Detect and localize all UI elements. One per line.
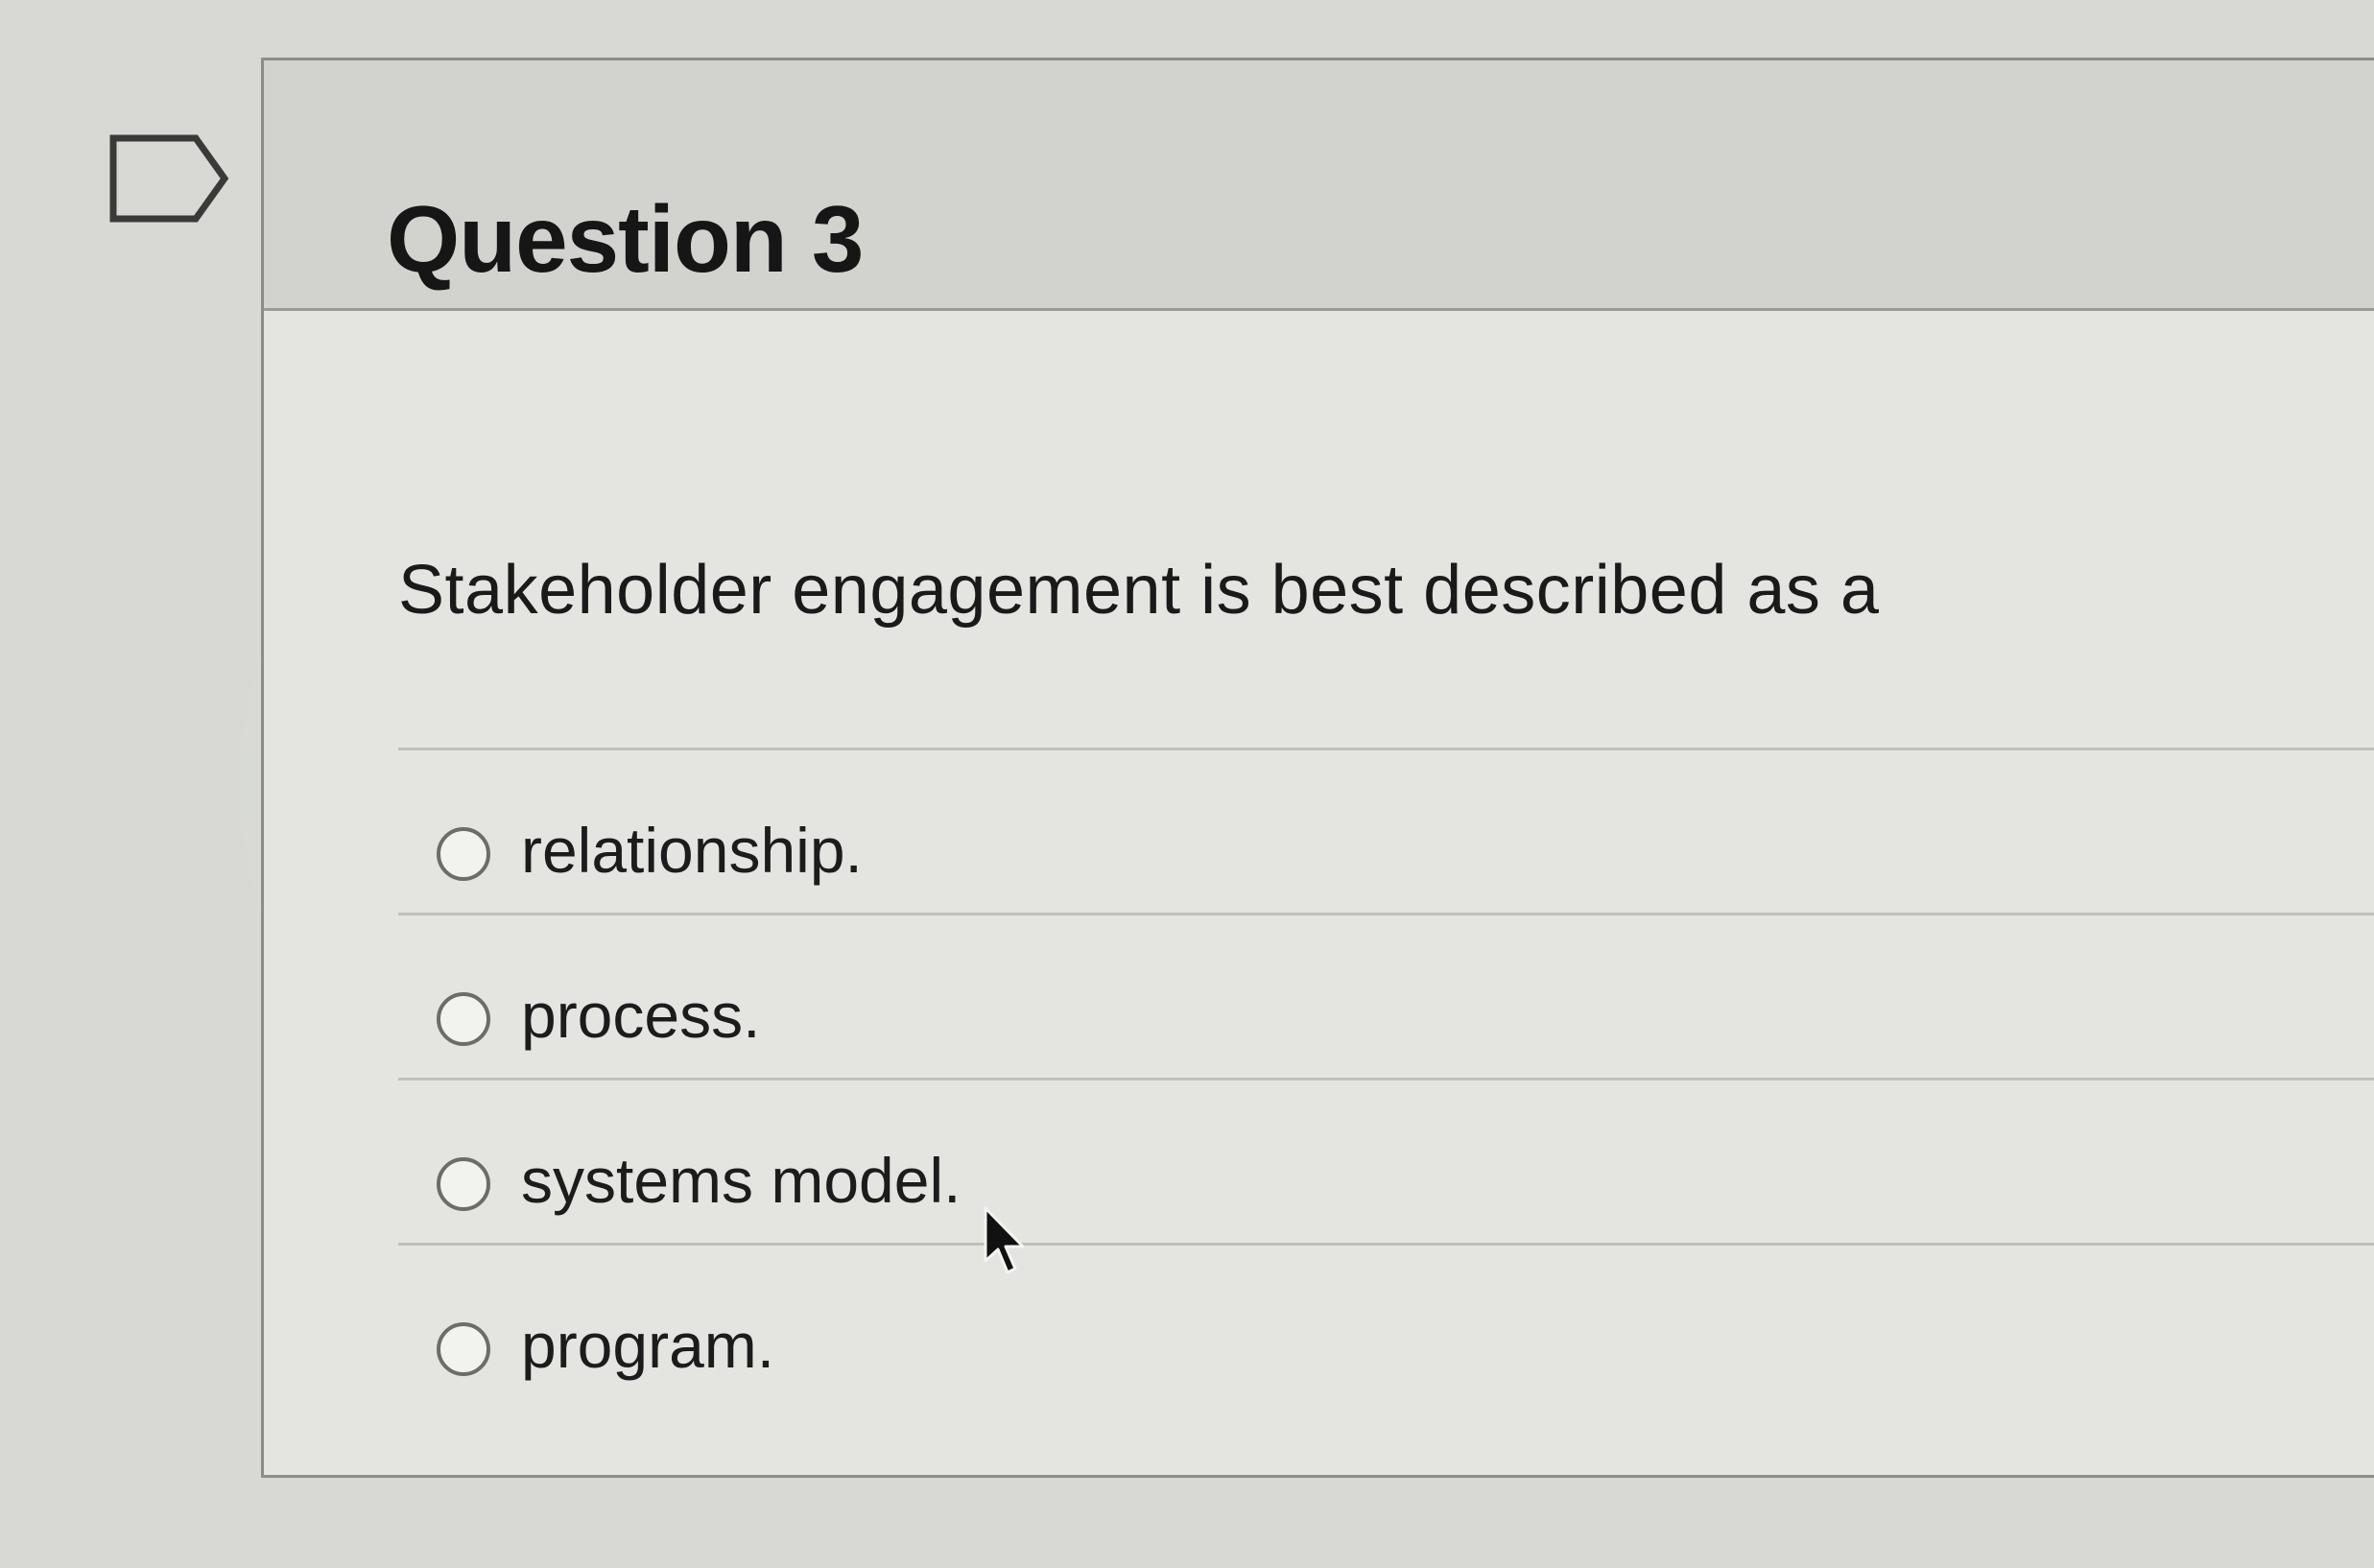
mouse-pointer-icon: [983, 1205, 1029, 1278]
radio-button[interactable]: [437, 827, 490, 881]
question-header: Question 3: [264, 60, 2374, 311]
quiz-page: Question 3 Stakeholder engagement is bes…: [0, 0, 2374, 1568]
answer-label: systems model.: [521, 1145, 961, 1216]
flag-outline-icon: [109, 134, 229, 223]
answer-label: program.: [521, 1310, 775, 1381]
question-card: Question 3 Stakeholder engagement is bes…: [261, 58, 2374, 1478]
answer-option-program[interactable]: program.: [398, 1243, 2374, 1408]
answer-option-process[interactable]: process.: [398, 913, 2374, 1078]
answer-label: process.: [521, 980, 761, 1051]
radio-button[interactable]: [437, 992, 490, 1046]
answer-label: relationship.: [521, 815, 863, 886]
radio-button[interactable]: [437, 1322, 490, 1376]
flag-icon[interactable]: [107, 132, 230, 225]
answer-option-systems-model[interactable]: systems model.: [398, 1078, 2374, 1243]
radio-button[interactable]: [437, 1157, 490, 1211]
question-text: Stakeholder engagement is best described…: [398, 552, 1880, 629]
answer-option-relationship[interactable]: relationship.: [398, 748, 2374, 913]
answer-list: relationship. process. systems model. pr…: [398, 748, 2374, 1408]
question-title: Question 3: [387, 186, 864, 292]
